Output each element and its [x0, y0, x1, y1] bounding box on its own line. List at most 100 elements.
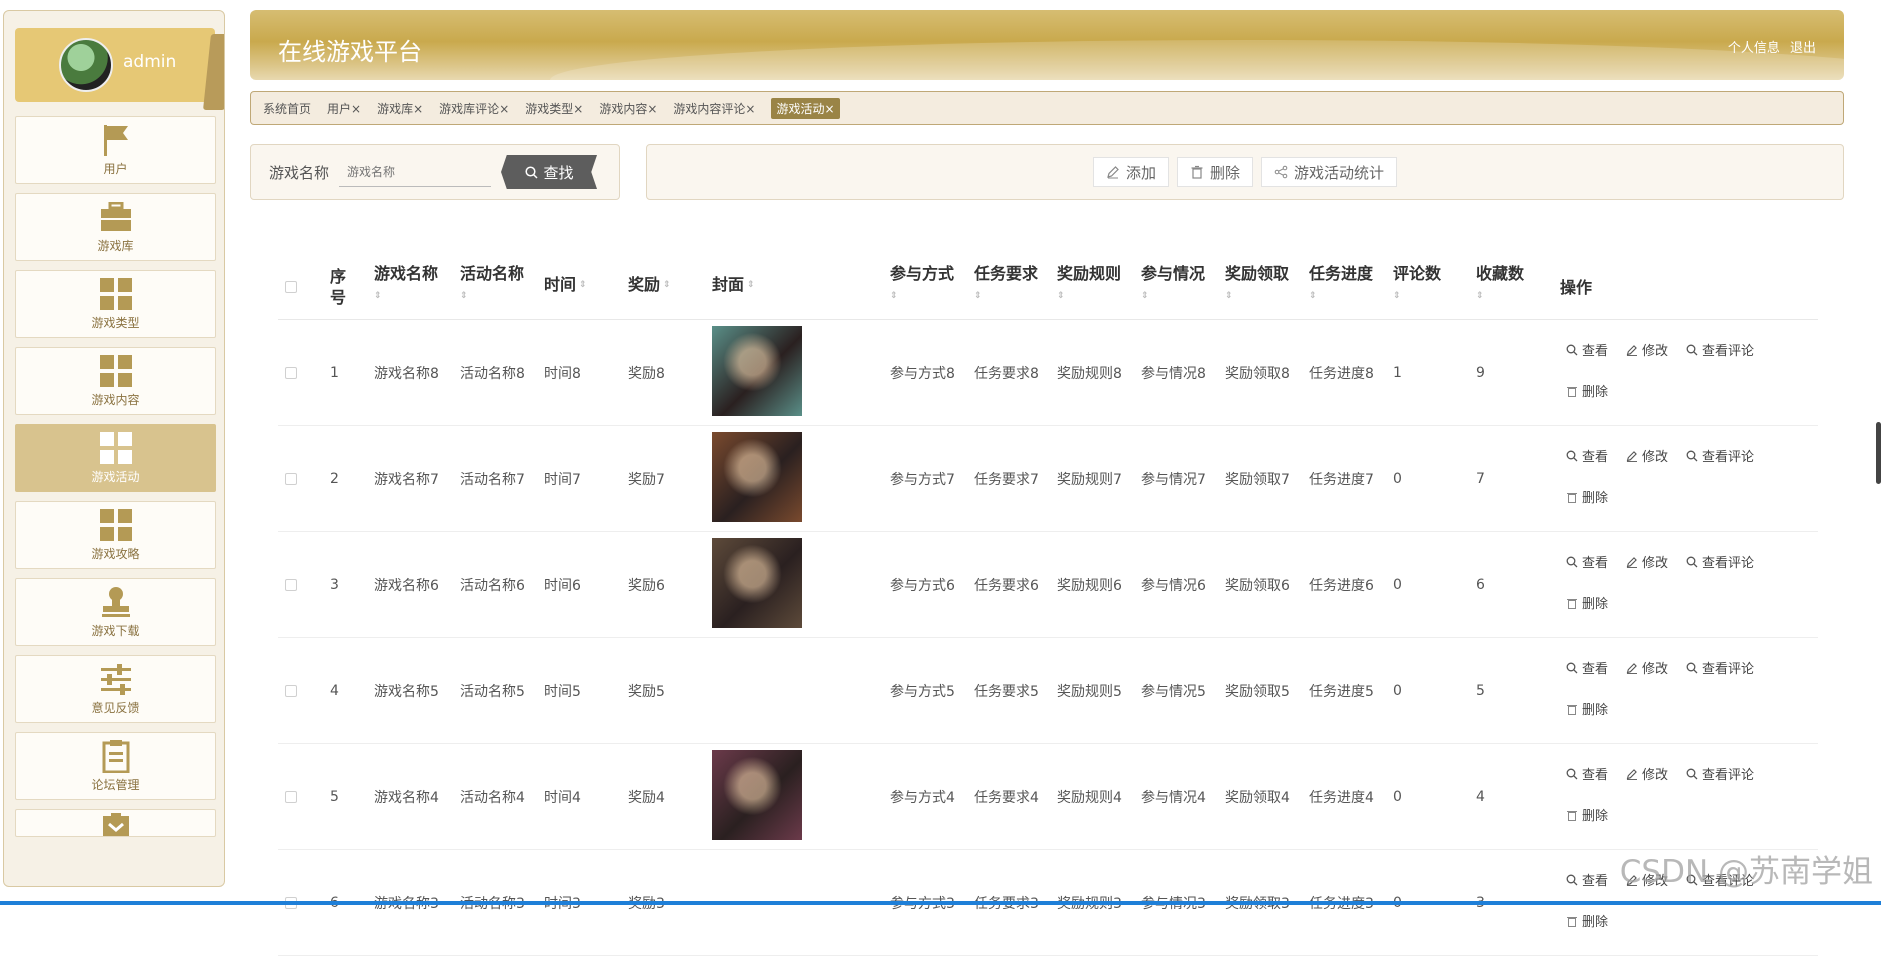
- delete-row-button[interactable]: 删除: [1566, 487, 1608, 506]
- tab-4[interactable]: 游戏类型×: [525, 100, 583, 117]
- sidebar-item-3[interactable]: 游戏内容: [15, 347, 216, 415]
- cell-participation: 参与方式5: [890, 683, 955, 700]
- cell-participation-status: 参与情况4: [1141, 789, 1206, 806]
- search-button[interactable]: 查找: [501, 155, 598, 189]
- col-activity-name[interactable]: 活动名称 ⇕: [460, 263, 524, 307]
- col-time[interactable]: 时间 ⇕: [544, 274, 587, 295]
- col-reward-claim[interactable]: 奖励领取 ⇕: [1225, 263, 1289, 307]
- close-icon[interactable]: ×: [825, 102, 835, 116]
- view-comments-button[interactable]: 查看评论: [1686, 658, 1754, 677]
- sidebar-item-2[interactable]: 游戏类型: [15, 270, 216, 338]
- col-task-progress[interactable]: 任务进度 ⇕: [1309, 263, 1373, 307]
- scrollbar-thumb[interactable]: [1876, 422, 1881, 484]
- sidebar-item-4[interactable]: 游戏活动: [15, 424, 216, 492]
- table-row[interactable]: 2 游戏名称7 活动名称7 时间7 奖励7 参与方式7 任务要求7 奖励规则7 参与情况7 奖励领…: [278, 426, 1818, 532]
- tab-5[interactable]: 游戏内容×: [599, 100, 657, 117]
- sidebar-item-6[interactable]: 游戏下载: [15, 578, 216, 646]
- delete-row-button[interactable]: 删除: [1566, 593, 1608, 612]
- view-comments-button[interactable]: 查看评论: [1686, 552, 1754, 571]
- delete-row-button[interactable]: 删除: [1566, 911, 1608, 930]
- cell-participation-status: 参与情况6: [1141, 577, 1206, 594]
- col-reward-rule[interactable]: 奖励规则 ⇕: [1057, 263, 1121, 307]
- close-icon[interactable]: ×: [499, 102, 509, 116]
- profile-link[interactable]: 个人信息: [1728, 41, 1780, 56]
- col-cover[interactable]: 封面 ⇕: [712, 274, 755, 295]
- cell-reward-claim: 奖励领取8: [1225, 365, 1290, 382]
- cell-reward-rule: 奖励规则8: [1057, 365, 1122, 382]
- tab-1[interactable]: 用户×: [327, 100, 361, 117]
- tab-3[interactable]: 游戏库评论×: [439, 100, 509, 117]
- sidebar-item-7[interactable]: 意见反馈: [15, 655, 216, 723]
- sidebar-item-0[interactable]: 用户: [15, 116, 216, 184]
- row-checkbox[interactable]: [285, 367, 297, 379]
- view-button[interactable]: 查看: [1566, 658, 1608, 677]
- view-comments-button[interactable]: 查看评论: [1686, 764, 1754, 783]
- table-row[interactable]: 5 游戏名称4 活动名称4 时间4 奖励4 参与方式4 任务要求4 奖励规则4 参与情况4 奖励领…: [278, 744, 1818, 850]
- close-icon[interactable]: ×: [573, 102, 583, 116]
- cover-image[interactable]: [712, 750, 802, 840]
- table-row[interactable]: 4 游戏名称5 活动名称5 时间5 奖励5 参与方式5 任务要求5 奖励规则5 参与情况5 奖励领…: [278, 638, 1818, 744]
- col-participation[interactable]: 参与方式 ⇕: [890, 263, 954, 307]
- close-icon[interactable]: ×: [647, 102, 657, 116]
- add-button[interactable]: 添加: [1092, 157, 1169, 187]
- sidebar-item-5[interactable]: 游戏攻略: [15, 501, 216, 569]
- row-checkbox[interactable]: [285, 579, 297, 591]
- row-checkbox[interactable]: [285, 685, 297, 697]
- tab-0[interactable]: 系统首页: [263, 100, 311, 117]
- col-comments[interactable]: 评论数 ⇕: [1393, 263, 1441, 307]
- search-icon: [1686, 450, 1698, 461]
- delete-button[interactable]: 删除: [1176, 157, 1253, 187]
- cell-activity-name: 活动名称5: [460, 683, 525, 700]
- view-button[interactable]: 查看: [1566, 340, 1608, 359]
- tab-6[interactable]: 游戏内容评论×: [673, 100, 755, 117]
- edit-icon: [1626, 662, 1638, 674]
- view-button[interactable]: 查看: [1566, 764, 1608, 783]
- col-task-req[interactable]: 任务要求 ⇕: [974, 263, 1038, 307]
- col-participation-status[interactable]: 参与情况 ⇕: [1141, 263, 1205, 307]
- view-comments-button[interactable]: 查看评论: [1686, 340, 1754, 359]
- edit-button[interactable]: 修改: [1626, 446, 1668, 465]
- edit-button[interactable]: 修改: [1626, 658, 1668, 677]
- cell-game-name: 游戏名称7: [374, 471, 439, 488]
- col-favorites[interactable]: 收藏数 ⇕: [1476, 263, 1524, 307]
- edit-button[interactable]: 修改: [1626, 552, 1668, 571]
- row-checkbox[interactable]: [285, 473, 297, 485]
- view-comments-button[interactable]: 查看评论: [1686, 446, 1754, 465]
- view-button[interactable]: 查看: [1566, 552, 1608, 571]
- delete-row-button[interactable]: 删除: [1566, 381, 1608, 400]
- cell-reward-claim: 奖励领取4: [1225, 789, 1290, 806]
- cell-index: 4: [330, 682, 339, 699]
- close-icon[interactable]: ×: [413, 102, 423, 116]
- cell-reward: 奖励5: [628, 683, 665, 700]
- close-icon[interactable]: ×: [351, 102, 361, 116]
- avatar[interactable]: [59, 38, 113, 92]
- tab-2[interactable]: 游戏库×: [377, 100, 423, 117]
- sidebar-item-1[interactable]: 游戏库: [15, 193, 216, 261]
- delete-row-button[interactable]: 删除: [1566, 699, 1608, 718]
- cell-task-req: 任务要求8: [974, 365, 1039, 382]
- logout-link[interactable]: 退出: [1790, 41, 1816, 56]
- edit-icon: [1626, 556, 1638, 568]
- close-icon[interactable]: ×: [745, 102, 755, 116]
- table-row[interactable]: 1 游戏名称8 活动名称8 时间8 奖励8 参与方式8 任务要求8 奖励规则8 参与情况8 奖励领…: [278, 320, 1818, 426]
- edit-button[interactable]: 修改: [1626, 764, 1668, 783]
- col-reward[interactable]: 奖励 ⇕: [628, 274, 671, 295]
- edit-button[interactable]: 修改: [1626, 340, 1668, 359]
- col-game-name[interactable]: 游戏名称 ⇕: [374, 263, 438, 307]
- sidebar-item-8[interactable]: 论坛管理: [15, 732, 216, 800]
- select-all-checkbox[interactable]: [285, 281, 297, 293]
- stats-button[interactable]: 游戏活动统计: [1261, 157, 1398, 187]
- cover-image[interactable]: [712, 432, 802, 522]
- delete-row-button[interactable]: 删除: [1566, 805, 1608, 824]
- view-button[interactable]: 查看: [1566, 446, 1608, 465]
- trash-icon: [1567, 916, 1577, 927]
- sidebar-item-more[interactable]: [15, 809, 216, 837]
- cover-image[interactable]: [712, 538, 802, 628]
- view-button[interactable]: 查看: [1566, 870, 1608, 889]
- sidebar-item-label: 游戏攻略: [91, 546, 140, 561]
- table-row[interactable]: 3 游戏名称6 活动名称6 时间6 奖励6 参与方式6 任务要求6 奖励规则6 参与情况6 奖励领…: [278, 532, 1818, 638]
- tab-7[interactable]: 游戏活动×: [771, 97, 840, 119]
- search-input[interactable]: [339, 157, 492, 187]
- cover-image[interactable]: [712, 326, 802, 416]
- row-checkbox[interactable]: [285, 791, 297, 803]
